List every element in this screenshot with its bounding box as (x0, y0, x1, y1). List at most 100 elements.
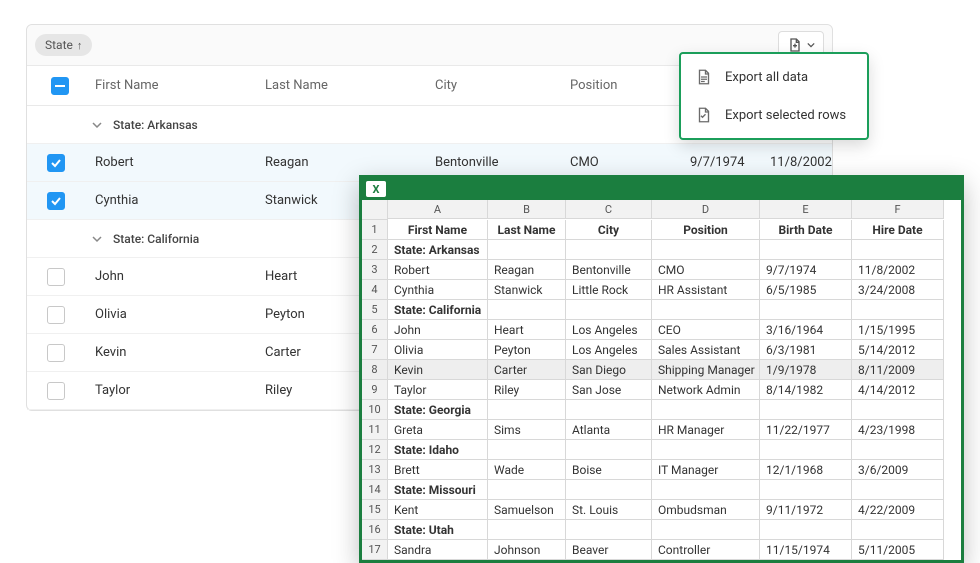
excel-cell[interactable]: State: Idaho (388, 440, 488, 460)
excel-cell[interactable]: Boise (566, 460, 652, 480)
excel-cell[interactable] (566, 240, 652, 260)
excel-cell[interactable] (852, 240, 944, 260)
excel-row-header[interactable]: 3 (362, 260, 388, 280)
excel-cell[interactable]: State: Utah (388, 520, 488, 540)
excel-cell[interactable]: HR Assistant (652, 280, 760, 300)
excel-cell[interactable]: 6/3/1981 (760, 340, 852, 360)
excel-cell[interactable]: 8/14/1982 (760, 380, 852, 400)
excel-cell[interactable]: Peyton (488, 340, 566, 360)
excel-row-header[interactable]: 4 (362, 280, 388, 300)
excel-row-header[interactable]: 6 (362, 320, 388, 340)
excel-cell[interactable] (652, 520, 760, 540)
excel-row-header[interactable]: 12 (362, 440, 388, 460)
row-checkbox[interactable] (47, 192, 65, 210)
excel-cell[interactable] (566, 480, 652, 500)
excel-cell[interactable]: Riley (488, 380, 566, 400)
excel-cell[interactable] (760, 480, 852, 500)
excel-row-header[interactable]: 13 (362, 460, 388, 480)
excel-row-header[interactable]: 10 (362, 400, 388, 420)
excel-cell[interactable]: Kent (388, 500, 488, 520)
excel-cell[interactable] (852, 300, 944, 320)
excel-cell[interactable]: 11/8/2002 (852, 260, 944, 280)
excel-row-header[interactable]: 17 (362, 540, 388, 560)
excel-cell[interactable] (488, 480, 566, 500)
excel-cell[interactable]: 4/22/2009 (852, 500, 944, 520)
col-city[interactable]: City (431, 78, 566, 93)
excel-cell[interactable]: 11/22/1977 (760, 420, 852, 440)
select-all-checkbox[interactable] (51, 77, 69, 95)
excel-cell[interactable]: Robert (388, 260, 488, 280)
excel-cell[interactable]: CEO (652, 320, 760, 340)
excel-cell[interactable]: Greta (388, 420, 488, 440)
excel-cell[interactable] (852, 520, 944, 540)
excel-cell[interactable]: Carter (488, 360, 566, 380)
excel-cell[interactable]: Sims (488, 420, 566, 440)
row-checkbox[interactable] (47, 154, 65, 172)
excel-cell[interactable]: Reagan (488, 260, 566, 280)
excel-cell[interactable] (760, 440, 852, 460)
excel-cell[interactable]: Samuelson (488, 500, 566, 520)
excel-cell[interactable]: Olivia (388, 340, 488, 360)
excel-row-header[interactable]: 8 (362, 360, 388, 380)
excel-cell[interactable]: Los Angeles (566, 340, 652, 360)
export-selected-item[interactable]: Export selected rows (681, 96, 867, 134)
excel-col-header[interactable]: B (488, 200, 566, 219)
excel-cell[interactable] (566, 520, 652, 540)
excel-cell[interactable]: Network Admin (652, 380, 760, 400)
excel-cell[interactable]: State: Georgia (388, 400, 488, 420)
excel-cell[interactable]: 11/15/1974 (760, 540, 852, 560)
excel-cell[interactable]: Brett (388, 460, 488, 480)
excel-row-header[interactable]: 7 (362, 340, 388, 360)
col-position[interactable]: Position (566, 78, 686, 93)
excel-cell[interactable]: 3/16/1964 (760, 320, 852, 340)
excel-cell[interactable] (566, 300, 652, 320)
excel-cell[interactable]: Cynthia (388, 280, 488, 300)
excel-col-header[interactable]: D (652, 200, 760, 219)
excel-cell[interactable] (652, 240, 760, 260)
row-checkbox[interactable] (47, 306, 65, 324)
excel-cell[interactable]: 3/6/2009 (852, 460, 944, 480)
excel-cell[interactable] (852, 400, 944, 420)
excel-cell[interactable]: Atlanta (566, 420, 652, 440)
excel-cell[interactable]: State: Arkansas (388, 240, 488, 260)
excel-cell[interactable] (652, 300, 760, 320)
excel-cell[interactable] (566, 440, 652, 460)
excel-cell[interactable]: Sandra (388, 540, 488, 560)
excel-cell[interactable] (852, 440, 944, 460)
excel-row-header[interactable]: 16 (362, 520, 388, 540)
excel-col-header[interactable]: C (566, 200, 652, 219)
excel-cell[interactable] (760, 520, 852, 540)
excel-cell[interactable]: Heart (488, 320, 566, 340)
col-last-name[interactable]: Last Name (261, 78, 431, 93)
excel-cell[interactable]: St. Louis (566, 500, 652, 520)
excel-row-header[interactable]: 15 (362, 500, 388, 520)
excel-cell[interactable]: Shipping Manager (652, 360, 760, 380)
excel-cell[interactable]: San Jose (566, 380, 652, 400)
excel-row-header[interactable]: 11 (362, 420, 388, 440)
excel-cell[interactable] (852, 480, 944, 500)
excel-col-header[interactable]: E (760, 200, 852, 219)
excel-cell[interactable]: HR Manager (652, 420, 760, 440)
excel-cell[interactable]: Los Angeles (566, 320, 652, 340)
excel-cell[interactable] (488, 300, 566, 320)
excel-col-header[interactable]: A (388, 200, 488, 219)
excel-cell[interactable]: Stanwick (488, 280, 566, 300)
excel-row-header[interactable]: 9 (362, 380, 388, 400)
row-checkbox[interactable] (47, 382, 65, 400)
excel-cell[interactable] (760, 300, 852, 320)
excel-row-header[interactable]: 1 (362, 220, 388, 240)
excel-cell[interactable]: IT Manager (652, 460, 760, 480)
col-first-name[interactable]: First Name (91, 78, 261, 93)
excel-cell[interactable]: San Diego (566, 360, 652, 380)
excel-cell[interactable]: 3/24/2008 (852, 280, 944, 300)
excel-col-header[interactable]: F (852, 200, 944, 219)
excel-cell[interactable]: 9/7/1974 (760, 260, 852, 280)
excel-cell[interactable] (566, 400, 652, 420)
excel-cell[interactable]: 5/14/2012 (852, 340, 944, 360)
excel-cell[interactable]: Kevin (388, 360, 488, 380)
excel-cell[interactable] (652, 480, 760, 500)
excel-cell[interactable] (652, 400, 760, 420)
excel-cell[interactable]: 4/14/2012 (852, 380, 944, 400)
excel-cell[interactable]: CMO (652, 260, 760, 280)
excel-cell[interactable]: Little Rock (566, 280, 652, 300)
